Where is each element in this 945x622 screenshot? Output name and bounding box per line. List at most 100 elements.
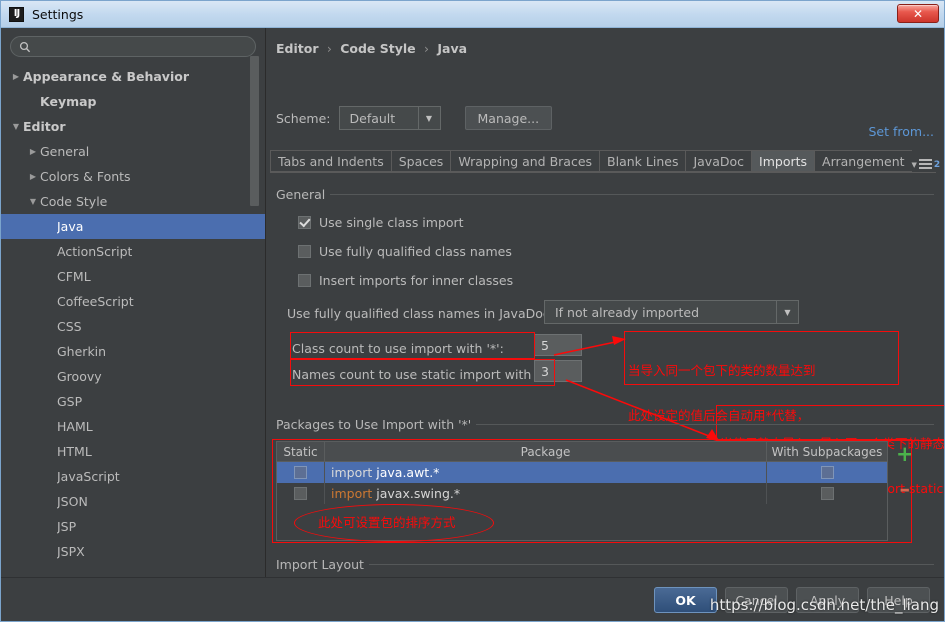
sidebar-item-haml[interactable]: HAML — [1, 414, 265, 439]
checkbox-label: Insert imports for inner classes — [319, 273, 514, 288]
search-box[interactable] — [10, 36, 256, 57]
sidebar-item-javascript[interactable]: JavaScript — [1, 464, 265, 489]
scheme-label: Scheme: — [276, 110, 331, 126]
table-row[interactable]: import javax.swing.* — [277, 483, 887, 504]
javadoc-fqn-select[interactable]: If not already imported ▼ — [544, 300, 799, 324]
sidebar-item-editor[interactable]: ▼ Editor — [1, 114, 265, 139]
sidebar-item-coffeescript[interactable]: CoffeeScript — [1, 289, 265, 314]
set-from-link[interactable]: Set from... — [868, 124, 934, 139]
tab-javadoc[interactable]: JavaDoc — [685, 150, 752, 172]
sidebar-item-code-style[interactable]: ▼ Code Style — [1, 189, 265, 214]
with-subpackages-checkbox-cell[interactable] — [767, 483, 887, 504]
sidebar-item-gsp[interactable]: GSP — [1, 389, 265, 414]
annotation-note1-line1: 当导入同一个包下的类的数量达到 — [628, 363, 816, 378]
apply-button[interactable]: Apply — [796, 587, 859, 613]
remove-package-button[interactable]: – — [900, 479, 911, 500]
chevron-right-icon[interactable]: ▶ — [26, 147, 40, 156]
close-icon[interactable]: ✕ — [897, 4, 939, 23]
window-title: Settings — [32, 6, 84, 22]
column-header-with-subpackages[interactable]: With Subpackages — [767, 442, 887, 461]
sidebar-item-general[interactable]: ▶ General — [1, 139, 265, 164]
chevron-down-icon: ▼ — [776, 301, 798, 323]
manage-button[interactable]: Manage... — [464, 106, 553, 130]
dialog-footer: OK Cancel Apply Help https://blog.csdn.net/… — [1, 577, 944, 621]
checkbox-use-fully-qualified-class-names[interactable]: Use fully qualified class names — [298, 244, 512, 259]
sidebar-item-label: JSP — [57, 519, 77, 534]
tab-spaces[interactable]: Spaces — [390, 150, 451, 172]
checkbox-indicator — [298, 216, 311, 229]
sidebar-item-label: ActionScript — [57, 244, 133, 259]
tab-tabs-and-indents[interactable]: Tabs and Indents — [270, 150, 391, 172]
package-keyword: import — [331, 486, 373, 501]
sidebar-scrollbar-thumb[interactable] — [250, 56, 259, 206]
checkbox-label: Use fully qualified class names — [319, 244, 512, 259]
chevron-right-icon[interactable]: ▶ — [9, 72, 23, 81]
checkbox-indicator — [294, 466, 307, 479]
sidebar-item-jspx[interactable]: JSPX — [1, 539, 265, 564]
chevron-down-icon[interactable]: ▼ — [9, 122, 23, 131]
table-row[interactable]: import java.awt.* — [277, 462, 887, 483]
sidebar-item-html[interactable]: HTML — [1, 439, 265, 464]
sidebar-item-colors-fonts[interactable]: ▶ Colors & Fonts — [1, 164, 265, 189]
code-style-tabs: Tabs and Indents Spaces Wrapping and Brace… — [270, 150, 940, 173]
with-subpackages-checkbox-cell[interactable] — [767, 462, 887, 483]
names-count-input[interactable]: 3 — [534, 360, 582, 382]
column-header-package[interactable]: Package — [325, 442, 767, 461]
sidebar-item-json[interactable]: JSON — [1, 489, 265, 514]
scheme-select-value: Default — [349, 110, 396, 126]
packages-group-divider — [441, 424, 934, 425]
package-cell[interactable]: import java.awt.* — [325, 462, 767, 483]
chevron-down-icon[interactable]: ▼ — [26, 197, 40, 206]
sidebar-item-actionscript[interactable]: ActionScript — [1, 239, 265, 264]
sidebar-item-label: Editor — [23, 119, 66, 134]
sidebar-item-keymap[interactable]: Keymap — [1, 89, 265, 114]
sidebar-item-label: Gherkin — [57, 344, 107, 359]
search-input[interactable] — [35, 38, 247, 55]
package-name: java.awt.* — [372, 465, 440, 480]
package-cell[interactable]: import javax.swing.* — [325, 483, 767, 504]
tab-imports[interactable]: Imports — [751, 150, 815, 172]
window-body: ▶ Appearance & Behavior Keymap ▼ Editor ▶ Gene… — [1, 28, 944, 621]
sidebar-item-java[interactable]: Java — [1, 214, 265, 239]
column-header-static[interactable]: Static — [277, 442, 325, 461]
sidebar-item-label: HAML — [57, 419, 93, 434]
sidebar-item-jsp[interactable]: JSP — [1, 514, 265, 539]
checkbox-use-single-class-import[interactable]: Use single class import — [298, 215, 464, 230]
settings-window: IJ Settings ✕ ▶ Appearance & Behavior Keym… — [0, 0, 945, 622]
tab-wrapping-and-braces[interactable]: Wrapping and Braces — [450, 150, 600, 172]
sidebar-item-gherkin[interactable]: Gherkin — [1, 339, 265, 364]
sidebar-item-appearance-behavior[interactable]: ▶ Appearance & Behavior — [1, 64, 265, 89]
chevron-down-icon: ▼ — [911, 160, 917, 169]
static-checkbox-cell[interactable] — [277, 483, 325, 504]
breadcrumb-part-code-style[interactable]: Code Style — [340, 41, 415, 56]
tab-overflow-button[interactable]: ▼ 2 — [912, 159, 943, 172]
sidebar-item-label: General — [40, 144, 90, 159]
add-package-button[interactable]: + — [896, 444, 914, 465]
settings-tree[interactable]: ▶ Appearance & Behavior Keymap ▼ Editor ▶ Gene… — [1, 64, 265, 603]
annotation-arrow-1 — [553, 336, 626, 356]
packages-group-title: Packages to Use Import with '*' — [276, 417, 477, 432]
package-keyword: import — [331, 465, 373, 480]
sidebar-item-groovy[interactable]: Groovy — [1, 364, 265, 389]
scheme-select[interactable]: Default ▼ — [338, 106, 441, 130]
tab-arrangement[interactable]: Arrangement — [814, 150, 912, 172]
package-name: javax.swing.* — [372, 486, 461, 501]
checkbox-insert-imports-for-inner-classes[interactable]: Insert imports for inner classes — [298, 273, 513, 288]
settings-main-panel: Editor › Code Style › Java Scheme: Defau… — [266, 28, 944, 621]
static-checkbox-cell[interactable] — [277, 462, 325, 483]
chevron-right-icon[interactable]: ▶ — [26, 172, 40, 181]
tab-blank-lines[interactable]: Blank Lines — [599, 150, 686, 172]
packages-table-body: import java.awt.* import javax.swing.* — [277, 462, 887, 504]
breadcrumb-part-java[interactable]: Java — [437, 41, 467, 56]
sidebar-item-label: Colors & Fonts — [40, 169, 131, 184]
help-button[interactable]: Help — [867, 587, 930, 613]
sidebar-item-css[interactable]: CSS — [1, 314, 265, 339]
sidebar-item-label: GSP — [57, 394, 83, 409]
checkbox-label: Use single class import — [319, 215, 464, 230]
breadcrumb-part-editor[interactable]: Editor — [276, 41, 319, 56]
cancel-button[interactable]: Cancel — [725, 587, 788, 613]
ok-button[interactable]: OK — [654, 587, 717, 613]
sidebar-item-label: Code Style — [40, 194, 108, 209]
sidebar-item-cfml[interactable]: CFML — [1, 264, 265, 289]
sidebar-item-label: JavaScript — [57, 469, 120, 484]
